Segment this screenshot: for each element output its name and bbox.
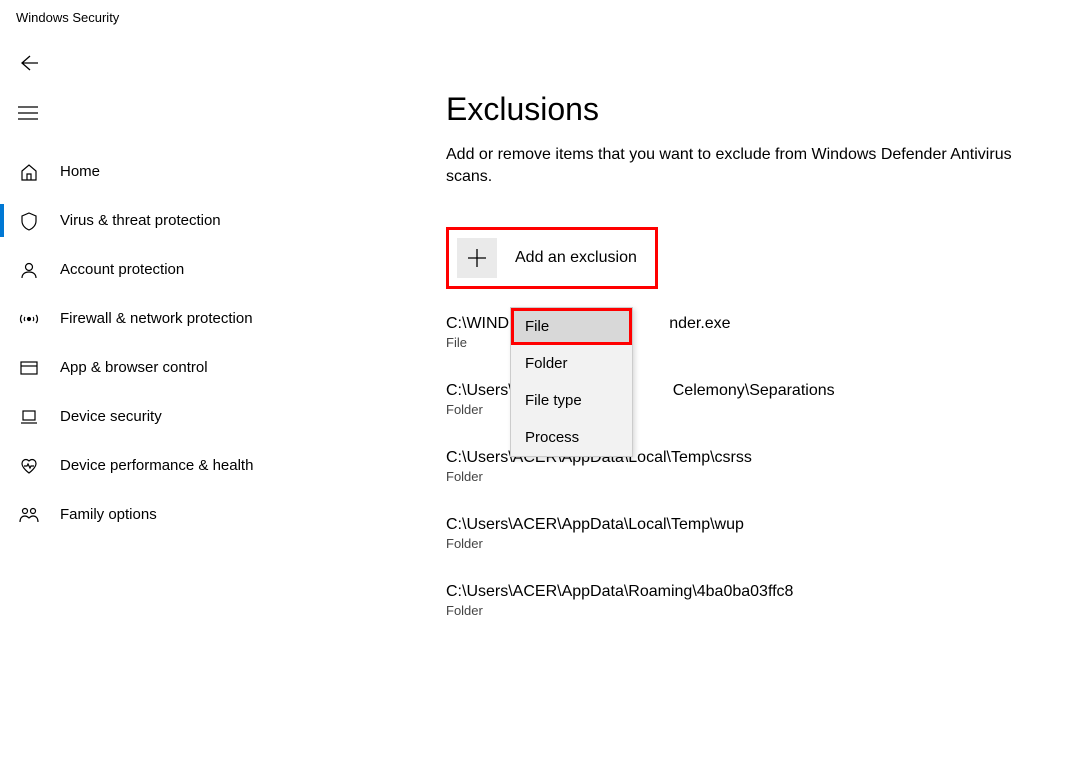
exclusion-type-dropdown: File Folder File type Process (510, 307, 633, 457)
sidebar-item-performance[interactable]: Device performance & health (0, 441, 340, 490)
sidebar: Home Virus & threat protection Account p… (0, 29, 340, 539)
heart-icon (18, 455, 40, 477)
exclusion-type: Folder (446, 469, 1045, 484)
exclusion-type: Folder (446, 536, 1045, 551)
dropdown-item-file[interactable]: File (511, 308, 632, 345)
laptop-icon (18, 406, 40, 428)
sidebar-item-label: App & browser control (60, 359, 208, 376)
sidebar-item-family[interactable]: Family options (0, 490, 340, 539)
page-description: Add or remove items that you want to exc… (446, 144, 1045, 189)
signal-icon (18, 308, 40, 330)
family-icon (18, 504, 40, 526)
browser-icon (18, 357, 40, 379)
sidebar-item-label: Firewall & network protection (60, 310, 253, 327)
hamburger-button[interactable] (0, 93, 40, 133)
sidebar-item-label: Family options (60, 506, 157, 523)
window-title: Windows Security (0, 0, 1069, 29)
plus-icon (457, 238, 497, 278)
sidebar-item-app-browser[interactable]: App & browser control (0, 343, 340, 392)
hamburger-icon (18, 106, 38, 120)
sidebar-item-account[interactable]: Account protection (0, 245, 340, 294)
exclusion-path: C:\Users\ACER\AppData\Roaming\4ba0ba03ff… (446, 583, 1045, 601)
back-button[interactable] (0, 43, 40, 83)
dropdown-item-folder[interactable]: Folder (511, 345, 632, 382)
page-title: Exclusions (446, 91, 1045, 128)
sidebar-item-label: Device performance & health (60, 457, 253, 474)
home-icon (18, 161, 40, 183)
sidebar-item-label: Device security (60, 408, 162, 425)
sidebar-item-device-security[interactable]: Device security (0, 392, 340, 441)
exclusion-type: Folder (446, 603, 1045, 618)
add-exclusion-label: Add an exclusion (515, 249, 637, 267)
exclusion-item[interactable]: C:\Users\ACER\AppData\Roaming\4ba0ba03ff… (446, 583, 1045, 618)
sidebar-item-label: Virus & threat protection (60, 212, 221, 229)
dropdown-item-process[interactable]: Process (511, 419, 632, 456)
sidebar-item-home[interactable]: Home (0, 147, 340, 196)
shield-icon (18, 210, 40, 232)
exclusion-path: C:\Users\ACER\AppData\Local\Temp\wup (446, 516, 1045, 534)
sidebar-item-label: Account protection (60, 261, 184, 278)
dropdown-item-filetype[interactable]: File type (511, 382, 632, 419)
add-exclusion-button[interactable]: Add an exclusion (446, 227, 658, 289)
person-icon (18, 259, 40, 281)
sidebar-item-label: Home (60, 163, 100, 180)
back-arrow-icon (18, 53, 38, 73)
sidebar-item-firewall[interactable]: Firewall & network protection (0, 294, 340, 343)
sidebar-item-virus-threat[interactable]: Virus & threat protection (0, 196, 340, 245)
exclusion-item[interactable]: C:\Users\ACER\AppData\Local\Temp\wup Fol… (446, 516, 1045, 551)
